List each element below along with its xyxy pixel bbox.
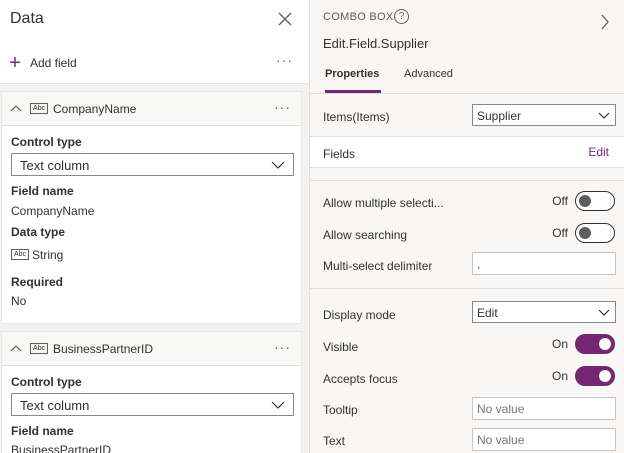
field-card-companyname: Abc CompanyName ··· Control type Text co… [1, 91, 302, 324]
active-tab-indicator [325, 90, 381, 93]
field-card-title: BusinessPartnerID [53, 342, 154, 356]
delimiter-input[interactable] [472, 252, 616, 275]
data-panel-title: Data [10, 10, 44, 27]
chevron-right-icon[interactable] [600, 14, 610, 30]
toggle-state-text: Off [552, 226, 568, 240]
text-type-icon: Abc [11, 249, 30, 260]
more-options-icon[interactable]: ··· [274, 99, 291, 115]
control-type-value: Text column [20, 158, 90, 173]
chevron-down-icon [598, 112, 610, 119]
section-divider [310, 180, 624, 181]
toggle-state-text: On [551, 369, 568, 383]
tab-properties[interactable]: Properties [325, 68, 379, 80]
toggle-switch [575, 366, 615, 386]
tooltip-input[interactable] [472, 397, 616, 420]
add-field-label: Add field [30, 56, 77, 70]
chevron-down-icon [271, 161, 285, 169]
field-name-label: Field name [11, 184, 74, 198]
fields-edit-link[interactable]: Edit [588, 145, 609, 159]
chevron-up-icon[interactable] [10, 103, 22, 113]
text-type-icon: Abc [30, 103, 49, 114]
toggle-state-text: Off [552, 194, 568, 208]
fields-label: Fields [323, 147, 356, 161]
visible-label: Visible [323, 340, 359, 354]
items-value: Supplier [477, 109, 522, 123]
toggle-state-text: On [551, 337, 568, 351]
data-panel-header: Data + Add field ··· [0, 0, 309, 84]
toggle-switch [575, 334, 615, 354]
control-type-label: Control type [11, 375, 82, 389]
field-card-title: CompanyName [53, 102, 137, 116]
allow-multiple-label: Allow multiple selecti... [323, 196, 444, 210]
properties-header: COMBO BOX ? Edit.Field.Supplier Properti… [310, 0, 624, 94]
required-label: Required [11, 275, 64, 289]
text-input[interactable] [472, 428, 616, 451]
display-mode-dropdown[interactable]: Edit [472, 301, 616, 323]
control-kind-label: COMBO BOX [323, 11, 394, 23]
items-label: Items(Items) [323, 110, 390, 124]
field-name-value: CompanyName [11, 204, 95, 218]
control-name[interactable]: Edit.Field.Supplier [323, 36, 429, 51]
add-field-button[interactable]: + Add field [6, 52, 77, 74]
display-mode-label: Display mode [323, 308, 396, 322]
field-name-label: Field name [11, 424, 74, 438]
chevron-down-icon [598, 309, 610, 316]
items-dropdown[interactable]: Supplier [472, 104, 616, 126]
more-options-icon[interactable]: ··· [274, 339, 291, 355]
accepts-focus-toggle[interactable]: On [552, 366, 615, 386]
toggle-switch [575, 223, 615, 243]
tooltip-label: Tooltip [323, 403, 358, 417]
field-card-header: Abc CompanyName ··· [2, 92, 301, 126]
required-value: No [11, 294, 27, 308]
section-divider [310, 288, 624, 289]
control-type-dropdown[interactable]: Text column [11, 393, 294, 416]
tab-advanced[interactable]: Advanced [404, 68, 453, 80]
allow-multiple-toggle[interactable]: Off [552, 191, 615, 211]
data-panel: Data + Add field ··· Abc CompanyName ···… [0, 0, 309, 453]
control-type-dropdown[interactable]: Text column [11, 153, 294, 176]
allow-searching-label: Allow searching [323, 228, 408, 242]
field-name-value: BusinessPartnerID [11, 443, 112, 453]
chevron-up-icon[interactable] [10, 343, 22, 353]
field-card-businesspartnerid: Abc BusinessPartnerID ··· Control type T… [1, 331, 302, 453]
data-type-value: String [32, 248, 64, 262]
chevron-down-icon [271, 401, 285, 409]
data-type-label: Data type [11, 225, 66, 239]
close-icon[interactable] [277, 11, 293, 27]
control-type-label: Control type [11, 135, 82, 149]
control-type-value: Text column [20, 398, 90, 413]
display-mode-value: Edit [477, 306, 498, 320]
text-label: Text [323, 434, 346, 448]
delimiter-label: Multi-select delimiter [323, 259, 433, 273]
allow-searching-toggle[interactable]: Off [552, 223, 615, 243]
fields-row: Fields Edit [310, 136, 624, 168]
properties-panel: COMBO BOX ? Edit.Field.Supplier Properti… [309, 0, 624, 453]
toggle-switch [575, 191, 615, 211]
more-options-icon[interactable]: ··· [276, 52, 293, 68]
field-card-header: Abc BusinessPartnerID ··· [2, 332, 301, 366]
plus-icon: + [9, 52, 21, 74]
accepts-focus-label: Accepts focus [323, 372, 398, 386]
visible-toggle[interactable]: On [552, 334, 615, 354]
text-type-icon: Abc [30, 343, 49, 354]
help-icon[interactable]: ? [394, 9, 409, 24]
